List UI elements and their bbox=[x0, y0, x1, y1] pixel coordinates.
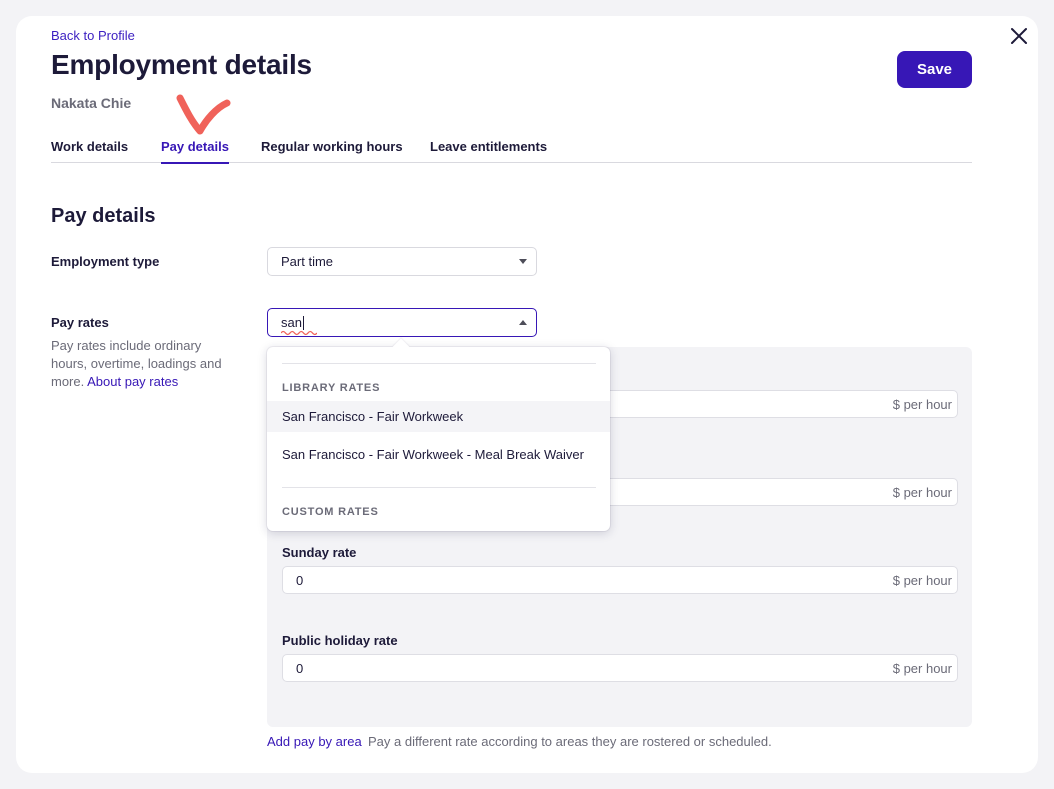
rate-suffix: $ per hour bbox=[892, 661, 952, 676]
pay-rates-label: Pay rates bbox=[51, 315, 109, 330]
add-pay-by-area-description: Pay a different rate according to areas … bbox=[368, 734, 772, 749]
add-pay-by-area-link[interactable]: Add pay by area bbox=[267, 734, 362, 749]
chevron-up-icon bbox=[519, 320, 527, 325]
dropdown-option[interactable]: San Francisco - Fair Workweek - Meal Bre… bbox=[267, 439, 610, 470]
employment-type-label: Employment type bbox=[51, 254, 160, 269]
pay-rates-search-value: san bbox=[281, 315, 317, 335]
pay-rates-search-input[interactable]: san bbox=[267, 308, 537, 337]
chevron-down-icon bbox=[519, 259, 527, 264]
about-pay-rates-link[interactable]: About pay rates bbox=[87, 374, 178, 389]
back-to-profile-link[interactable]: Back to Profile bbox=[51, 28, 135, 43]
divider bbox=[282, 487, 596, 488]
public-holiday-rate-input[interactable]: 0 $ per hour bbox=[282, 654, 958, 682]
tab-leave-entitlements[interactable]: Leave entitlements bbox=[430, 139, 547, 162]
sunday-rate-value: 0 bbox=[296, 572, 304, 588]
tab-work-details[interactable]: Work details bbox=[51, 139, 128, 162]
sunday-rate-label: Sunday rate bbox=[282, 545, 357, 560]
dropdown-option[interactable]: San Francisco - Fair Workweek bbox=[267, 401, 610, 432]
section-title: Pay details bbox=[51, 205, 156, 227]
rate-suffix: $ per hour bbox=[892, 485, 952, 500]
divider bbox=[282, 363, 596, 364]
pay-rates-dropdown: LIBRARY RATES San Francisco - Fair Workw… bbox=[267, 338, 610, 531]
custom-rates-heading: CUSTOM RATES bbox=[282, 506, 379, 518]
sunday-rate-input[interactable]: 0 $ per hour bbox=[282, 566, 958, 594]
tab-pay-details[interactable]: Pay details bbox=[161, 139, 229, 164]
tab-regular-working-hours[interactable]: Regular working hours bbox=[261, 139, 403, 162]
tab-bar: Work details Pay details Regular working… bbox=[51, 136, 972, 164]
employment-type-value: Part time bbox=[281, 254, 334, 269]
page-title: Employment details bbox=[51, 49, 312, 80]
pay-rates-help: Pay rates include ordinary hours, overti… bbox=[51, 337, 241, 391]
employee-name: Nakata Chie bbox=[51, 95, 132, 111]
employment-type-select[interactable]: Part time bbox=[267, 247, 537, 276]
close-icon[interactable] bbox=[1008, 25, 1030, 47]
text-cursor bbox=[302, 316, 304, 331]
public-holiday-rate-value: 0 bbox=[296, 660, 304, 676]
rate-suffix: $ per hour bbox=[892, 397, 952, 412]
rate-suffix: $ per hour bbox=[892, 573, 952, 588]
checkmark-annotation-icon bbox=[176, 94, 231, 135]
save-button[interactable]: Save bbox=[897, 51, 972, 88]
public-holiday-rate-label: Public holiday rate bbox=[282, 633, 398, 648]
spellcheck-underline-icon bbox=[281, 330, 317, 335]
library-rates-heading: LIBRARY RATES bbox=[282, 382, 381, 394]
